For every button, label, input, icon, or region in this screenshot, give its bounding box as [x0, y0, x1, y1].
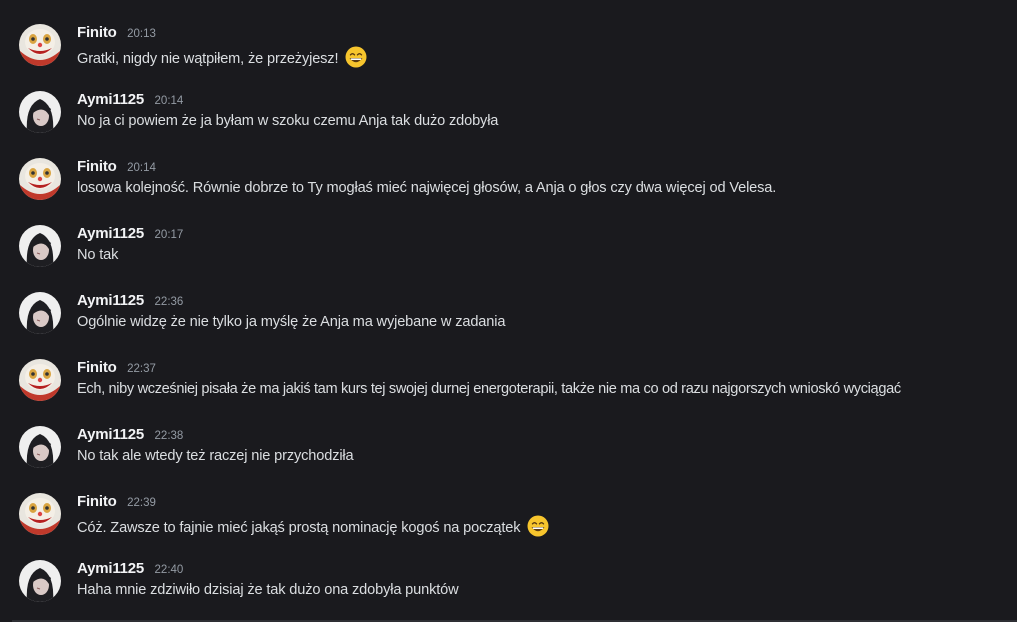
- timestamp: 22:36: [154, 296, 184, 308]
- timestamp: 22:38: [154, 430, 184, 442]
- anime-girl-avatar-icon: [19, 292, 61, 334]
- clown-face-avatar-icon: [19, 158, 61, 200]
- username[interactable]: Aymi1125: [77, 225, 144, 242]
- avatar-finito[interactable]: [19, 158, 61, 200]
- message-text: Gratki, nigdy nie wątpiłem, że przeżyjes…: [77, 51, 339, 67]
- message-text: Ogólnie widzę że nie tylko ja myślę że A…: [77, 314, 506, 330]
- message-item: Aymi1125 20:14 No ja ci powiem że ja był…: [0, 91, 1017, 151]
- anime-girl-avatar-icon: [19, 91, 61, 133]
- anime-girl-avatar-icon: [19, 225, 61, 267]
- avatar-finito[interactable]: [19, 24, 61, 66]
- message-content: Cóż. Zawsze to fajnie mieć jakąś prostą …: [77, 515, 549, 537]
- avatar-aymi1125[interactable]: [19, 225, 61, 267]
- message-item: Finito 20:14 losowa kolejność. Równie do…: [0, 158, 1017, 218]
- message-text: No tak: [77, 247, 119, 263]
- message-content: No ja ci powiem że ja byłam w szoku czem…: [77, 113, 498, 129]
- message-content: Ogólnie widzę że nie tylko ja myślę że A…: [77, 314, 505, 330]
- message-item: Aymi1125 20:17 No tak: [0, 225, 1017, 285]
- message-header: Finito 22:37: [77, 359, 156, 379]
- username[interactable]: Aymi1125: [77, 560, 144, 577]
- message-item: Aymi1125 22:36 Ogólnie widzę że nie tylk…: [0, 292, 1017, 352]
- anime-girl-avatar-icon: [19, 560, 61, 602]
- grinning-face-with-smiling-eyes-icon: [345, 46, 367, 68]
- message-text: Haha mnie zdziwiło dzisiaj że tak dużo o…: [77, 582, 459, 598]
- message-content: No tak ale wtedy też raczej nie przychod…: [77, 448, 354, 464]
- avatar-aymi1125[interactable]: [19, 292, 61, 334]
- message-content: losowa kolejność. Równie dobrze to Ty mo…: [77, 180, 776, 196]
- username[interactable]: Finito: [77, 158, 117, 175]
- username[interactable]: Finito: [77, 493, 117, 510]
- message-text: Ech, niby wcześniej pisała że ma jakiś t…: [77, 381, 901, 397]
- message-item: Finito 22:37 Ech, niby wcześniej pisała …: [0, 359, 1017, 419]
- message-content: Haha mnie zdziwiło dzisiaj że tak dużo o…: [77, 582, 459, 598]
- timestamp: 20:14: [127, 162, 156, 174]
- username[interactable]: Finito: [77, 359, 117, 376]
- message-content: Ech, niby wcześniej pisała że ma jakiś t…: [77, 381, 901, 397]
- message-text: Cóż. Zawsze to fajnie mieć jakąś prostą …: [77, 520, 521, 536]
- avatar-finito[interactable]: [19, 493, 61, 535]
- timestamp: 20:14: [154, 95, 184, 107]
- username[interactable]: Finito: [77, 24, 117, 41]
- message-item: Finito 22:39 Cóż. Zawsze to fajnie mieć …: [0, 493, 1017, 553]
- anime-girl-avatar-icon: [19, 426, 61, 468]
- username[interactable]: Aymi1125: [77, 91, 144, 108]
- message-content: No tak: [77, 247, 118, 263]
- username[interactable]: Aymi1125: [77, 292, 144, 309]
- message-header: Finito 20:13: [77, 24, 156, 44]
- avatar-finito[interactable]: [19, 359, 61, 401]
- grinning-face-with-smiling-eyes-icon: [527, 515, 549, 537]
- message-item: Aymi1125 22:40 Haha mnie zdziwiło dzisia…: [0, 560, 1017, 620]
- message-content: Gratki, nigdy nie wątpiłem, że przeżyjes…: [77, 46, 367, 68]
- username[interactable]: Aymi1125: [77, 426, 144, 443]
- message-header: Aymi1125 22:38: [77, 426, 183, 446]
- message-header: Finito 22:39: [77, 493, 156, 513]
- timestamp: 22:37: [127, 363, 156, 375]
- message-header: Aymi1125 22:36: [77, 292, 183, 312]
- message-text: No tak ale wtedy też raczej nie przychod…: [77, 448, 354, 464]
- timestamp: 20:13: [127, 28, 156, 40]
- message-item: Aymi1125 22:38 No tak ale wtedy też racz…: [0, 426, 1017, 486]
- message-text: losowa kolejność. Równie dobrze to Ty mo…: [77, 180, 777, 196]
- message-header: Aymi1125 20:17: [77, 225, 183, 245]
- timestamp: 22:39: [127, 497, 156, 509]
- message-header: Aymi1125 22:40: [77, 560, 183, 580]
- timestamp: 22:40: [154, 564, 184, 576]
- message-text: No ja ci powiem że ja byłam w szoku czem…: [77, 113, 499, 129]
- avatar-aymi1125[interactable]: [19, 560, 61, 602]
- chat-message-list: Finito 20:13 Gratki, nigdy nie wątpiłem,…: [0, 0, 1017, 622]
- avatar-aymi1125[interactable]: [19, 91, 61, 133]
- clown-face-avatar-icon: [19, 24, 61, 66]
- message-header: Finito 20:14: [77, 158, 156, 178]
- avatar-aymi1125[interactable]: [19, 426, 61, 468]
- message-item: Finito 20:13 Gratki, nigdy nie wątpiłem,…: [0, 24, 1017, 84]
- clown-face-avatar-icon: [19, 493, 61, 535]
- timestamp: 20:17: [154, 229, 184, 241]
- message-header: Aymi1125 20:14: [77, 91, 183, 111]
- clown-face-avatar-icon: [19, 359, 61, 401]
